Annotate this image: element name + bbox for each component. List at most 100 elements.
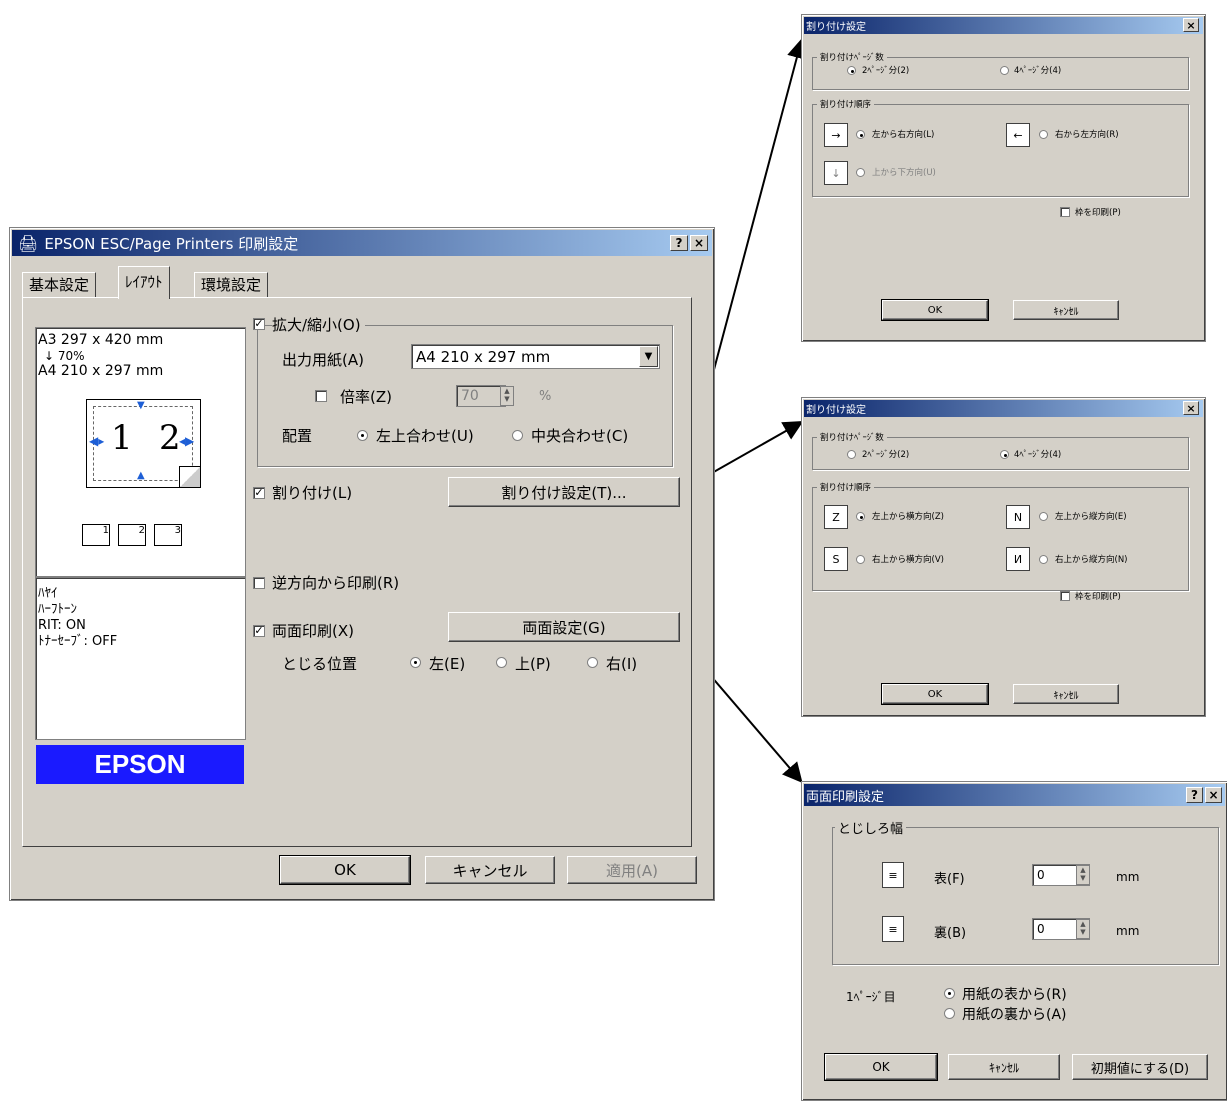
nup-checkbox[interactable]: ✓ [253, 487, 265, 499]
bind-right-label: 右(I) [606, 655, 638, 673]
help-button[interactable]: ? [670, 235, 688, 251]
info-line-rit: RIT: ON [38, 618, 86, 633]
bind-right-radio[interactable] [587, 657, 598, 668]
nup4-titlebar: 割り付け設定 × [804, 400, 1203, 417]
duplex-close-button[interactable]: × [1205, 787, 1222, 803]
duplex-checkbox[interactable]: ✓ [253, 625, 265, 637]
duplex-ok-button[interactable]: OK [824, 1053, 938, 1081]
duplex-dialog: 両面印刷設定 ? × とじしろ幅 ≡ 表(F) 0 ▲ ▼ mm ≡ 裏(B) 0… [801, 781, 1227, 1101]
back-spinner[interactable]: ▲ ▼ [1076, 919, 1090, 939]
cancel-button[interactable]: キャンセル [425, 856, 555, 884]
bind-top-radio[interactable] [496, 657, 507, 668]
rtl-icon: ← [1006, 123, 1030, 147]
ratio-checkbox[interactable] [315, 390, 327, 402]
duplex-titlebar: 両面印刷設定 ? × [804, 784, 1225, 806]
info-box: ﾊﾔｲ ﾊｰﾌﾄｰﾝ RIT: ON ﾄﾅｰｾｰﾌﾞ: OFF [35, 577, 246, 740]
page-stack-3-icon: 3 [154, 524, 182, 546]
nup4-ok-button[interactable]: OK [881, 683, 989, 705]
nup4-opt4-label: 4ﾍﾟｰｼﾞ分(4) [1014, 450, 1062, 460]
preview-source-size: A3 297 x 420 mm [38, 332, 164, 348]
nup4-title: 割り付け設定 [806, 405, 866, 416]
nup4-o3-label: 右上から横方向(V) [872, 555, 944, 565]
arrow-left-icon: ◀▸ [89, 434, 105, 448]
back-label: 裏(B) [934, 926, 967, 941]
nup4-o4-radio[interactable] [1039, 555, 1048, 564]
close-button[interactable]: × [690, 235, 708, 251]
nup2-ltr-label: 左から右方向(L) [872, 130, 935, 140]
page-stack-icons: 1 2 3 [82, 524, 182, 546]
duplex-help-button[interactable]: ? [1186, 787, 1203, 803]
bind-left-radio[interactable] [410, 657, 421, 668]
duplex-cancel-button[interactable]: ｷｬﾝｾﾙ [948, 1054, 1060, 1080]
nup2-dialog: 割り付け設定 × 割り付けﾍﾟｰｼﾞ数 2ﾍﾟｰｼﾞ分(2) 4ﾍﾟｰｼﾞ分(4… [801, 14, 1206, 342]
main-title: EPSON ESC/Page Printers 印刷設定 [44, 234, 299, 253]
duplex-title: 両面印刷設定 [806, 789, 885, 805]
arrow-right-icon: ◂▶ [179, 434, 195, 448]
main-titlebar: 🖨 EPSON ESC/Page Printers 印刷設定 ? × [12, 230, 712, 256]
scale-checkbox-label: 拡大/縮小(O) [272, 314, 365, 335]
nup2-rtl-radio[interactable] [1039, 130, 1048, 139]
nup4-frame-checkbox[interactable] [1060, 591, 1070, 601]
nup-checkbox-label: 割り付け(L) [272, 484, 353, 502]
nup2-title: 割り付け設定 [806, 22, 866, 33]
apply-button[interactable]: 適用(A) [567, 856, 697, 884]
arrow-up-icon: ▼ [137, 400, 145, 411]
tab-basic[interactable]: 基本設定 [22, 272, 97, 297]
nup2-pages-group-label: 割り付けﾍﾟｰｼﾞ数 [817, 51, 887, 63]
nup4-o2-radio[interactable] [1039, 512, 1048, 521]
tab-layout[interactable]: ﾚｲｱｳﾄ [118, 266, 170, 299]
ltr-icon: → [824, 123, 848, 147]
nup2-ttb-radio[interactable] [856, 168, 865, 177]
layout-label: 配置 [282, 427, 313, 445]
ok-button[interactable]: OK [279, 855, 411, 885]
front-label: 表(F) [934, 872, 965, 887]
nup2-opt4-label: 4ﾍﾟｰｼﾞ分(4) [1014, 66, 1062, 76]
paper-select[interactable]: A4 210 x 297 mm ▼ [411, 344, 660, 369]
nup4-o1-radio[interactable] [856, 512, 865, 521]
margin-group-label: とじしろ幅 [835, 818, 907, 837]
nup2-cancel-button[interactable]: ｷｬﾝｾﾙ [1013, 300, 1119, 320]
chevron-down-icon[interactable]: ▼ [639, 346, 658, 367]
nup4-opt2-label: 2ﾍﾟｰｼﾞ分(2) [862, 450, 910, 460]
nup4-opt2-radio[interactable] [847, 450, 856, 459]
scale-checkbox[interactable]: ✓ [253, 318, 265, 330]
nup4-frame-label: 枠を印刷(P) [1075, 592, 1121, 602]
nup2-opt2-label: 2ﾍﾟｰｼﾞ分(2) [862, 66, 910, 76]
nup4-order-group-label: 割り付け順序 [817, 481, 875, 493]
ratio-input[interactable]: 70 [456, 385, 506, 407]
nup2-opt4-radio[interactable] [1000, 66, 1009, 75]
nup4-opt4-radio[interactable] [1000, 450, 1009, 459]
nup-settings-button[interactable]: 割り付け設定(T)... [448, 477, 680, 507]
nup2-ltr-radio[interactable] [856, 130, 865, 139]
nup2-close-button[interactable]: × [1183, 18, 1199, 32]
duplex-default-button[interactable]: 初期値にする(D) [1072, 1054, 1208, 1080]
nup2-frame-checkbox[interactable] [1060, 207, 1070, 217]
ttb-icon: ↓ [824, 161, 848, 185]
reverse-checkbox[interactable] [253, 577, 265, 589]
front-spinner[interactable]: ▲ ▼ [1076, 865, 1090, 885]
ratio-spinner[interactable]: ▲ ▼ [500, 386, 514, 406]
back-page-icon: ≡ [882, 916, 904, 942]
nup4-cancel-button[interactable]: ｷｬﾝｾﾙ [1013, 684, 1119, 704]
nup2-rtl-label: 右から左方向(R) [1055, 130, 1119, 140]
arrow-down-icon: ▲ [137, 470, 145, 481]
nup4-o3-radio[interactable] [856, 555, 865, 564]
printer-icon: 🖨 [18, 233, 39, 253]
nup2-opt2-radio[interactable] [847, 66, 856, 75]
first-front-radio[interactable] [944, 988, 955, 999]
align-center-radio[interactable] [512, 430, 523, 441]
reverse-checkbox-label: 逆方向から印刷(R) [272, 574, 400, 592]
ratio-unit: % [539, 389, 552, 404]
zigzag-horizontal-icon: Z [824, 505, 848, 529]
page-fold-icon [179, 466, 201, 488]
duplex-settings-button[interactable]: 両面設定(G) [448, 612, 680, 642]
nup2-ok-button[interactable]: OK [881, 299, 989, 321]
back-unit: mm [1116, 924, 1140, 938]
align-center-label: 中央合わせ(C) [531, 427, 629, 445]
align-topleft-radio[interactable] [357, 430, 368, 441]
nup4-close-button[interactable]: × [1183, 401, 1199, 415]
paper-label: 出力用紙(A) [282, 351, 364, 369]
first-back-radio[interactable] [944, 1008, 955, 1019]
tab-environment[interactable]: 環境設定 [194, 272, 269, 297]
first-page-label: 1ﾍﾟｰｼﾞ目 [846, 990, 896, 1004]
